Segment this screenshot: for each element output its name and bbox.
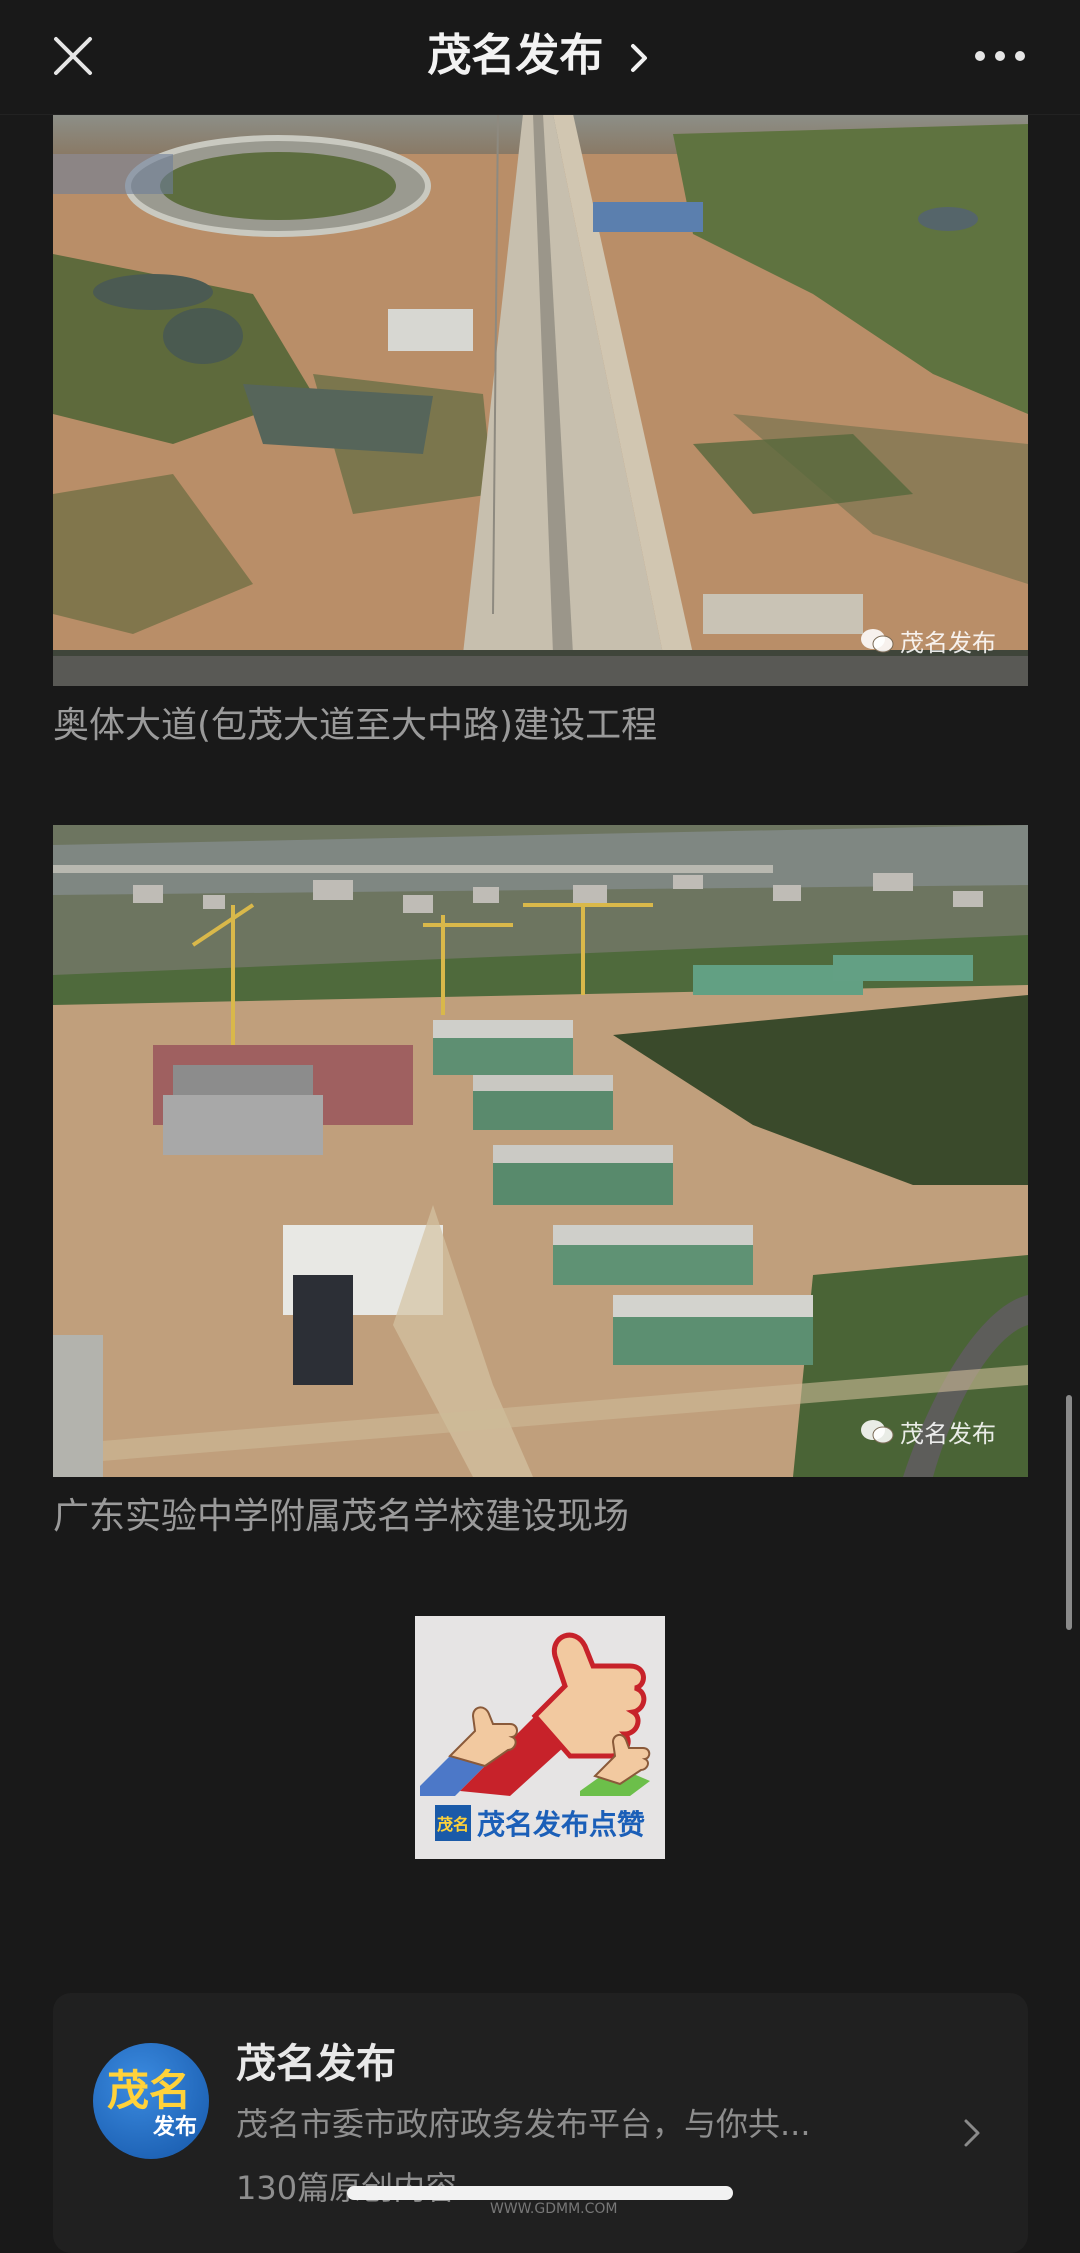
top-bar: 茂名发布 bbox=[0, 0, 1080, 115]
account-name: 茂名发布 bbox=[236, 2041, 396, 2087]
account-title-link[interactable]: 茂名发布 bbox=[0, 26, 1080, 86]
aerial-photo-school[interactable]: 茂名发布 bbox=[53, 825, 1028, 1477]
home-indicator[interactable] bbox=[347, 2186, 733, 2200]
chevron-right-icon bbox=[630, 44, 647, 72]
site-watermark: WWW.GDMM.COM bbox=[490, 2201, 618, 2217]
more-icon[interactable] bbox=[970, 44, 1030, 68]
wechat-icon bbox=[861, 628, 894, 652]
photo-caption: 广东实验中学附属茂名学校建设现场 bbox=[53, 1496, 630, 1537]
photo-caption: 奥体大道(包茂大道至大中路)建设工程 bbox=[53, 705, 658, 746]
account-avatar: 茂名 发布 bbox=[93, 2043, 209, 2159]
like-image[interactable]: 茂名 茂名发布点赞 bbox=[415, 1616, 665, 1859]
account-description: 茂名市委市政府政务发布平台，与你共... bbox=[236, 2105, 811, 2143]
aerial-photo-avenue[interactable]: 茂名发布 bbox=[53, 114, 1028, 686]
page-title: 茂名发布 bbox=[427, 30, 604, 81]
image-watermark: 茂名发布 bbox=[860, 623, 996, 658]
image-watermark: 茂名发布 bbox=[860, 1414, 996, 1449]
chevron-right-icon[interactable] bbox=[962, 2117, 982, 2149]
like-image-caption: 茂名 茂名发布点赞 bbox=[415, 1803, 665, 1843]
mini-logo: 茂名 bbox=[434, 1805, 471, 1841]
wechat-icon bbox=[861, 1419, 894, 1443]
scrollbar[interactable] bbox=[1066, 1395, 1072, 1630]
thumbs-up-icon bbox=[420, 1632, 651, 1796]
